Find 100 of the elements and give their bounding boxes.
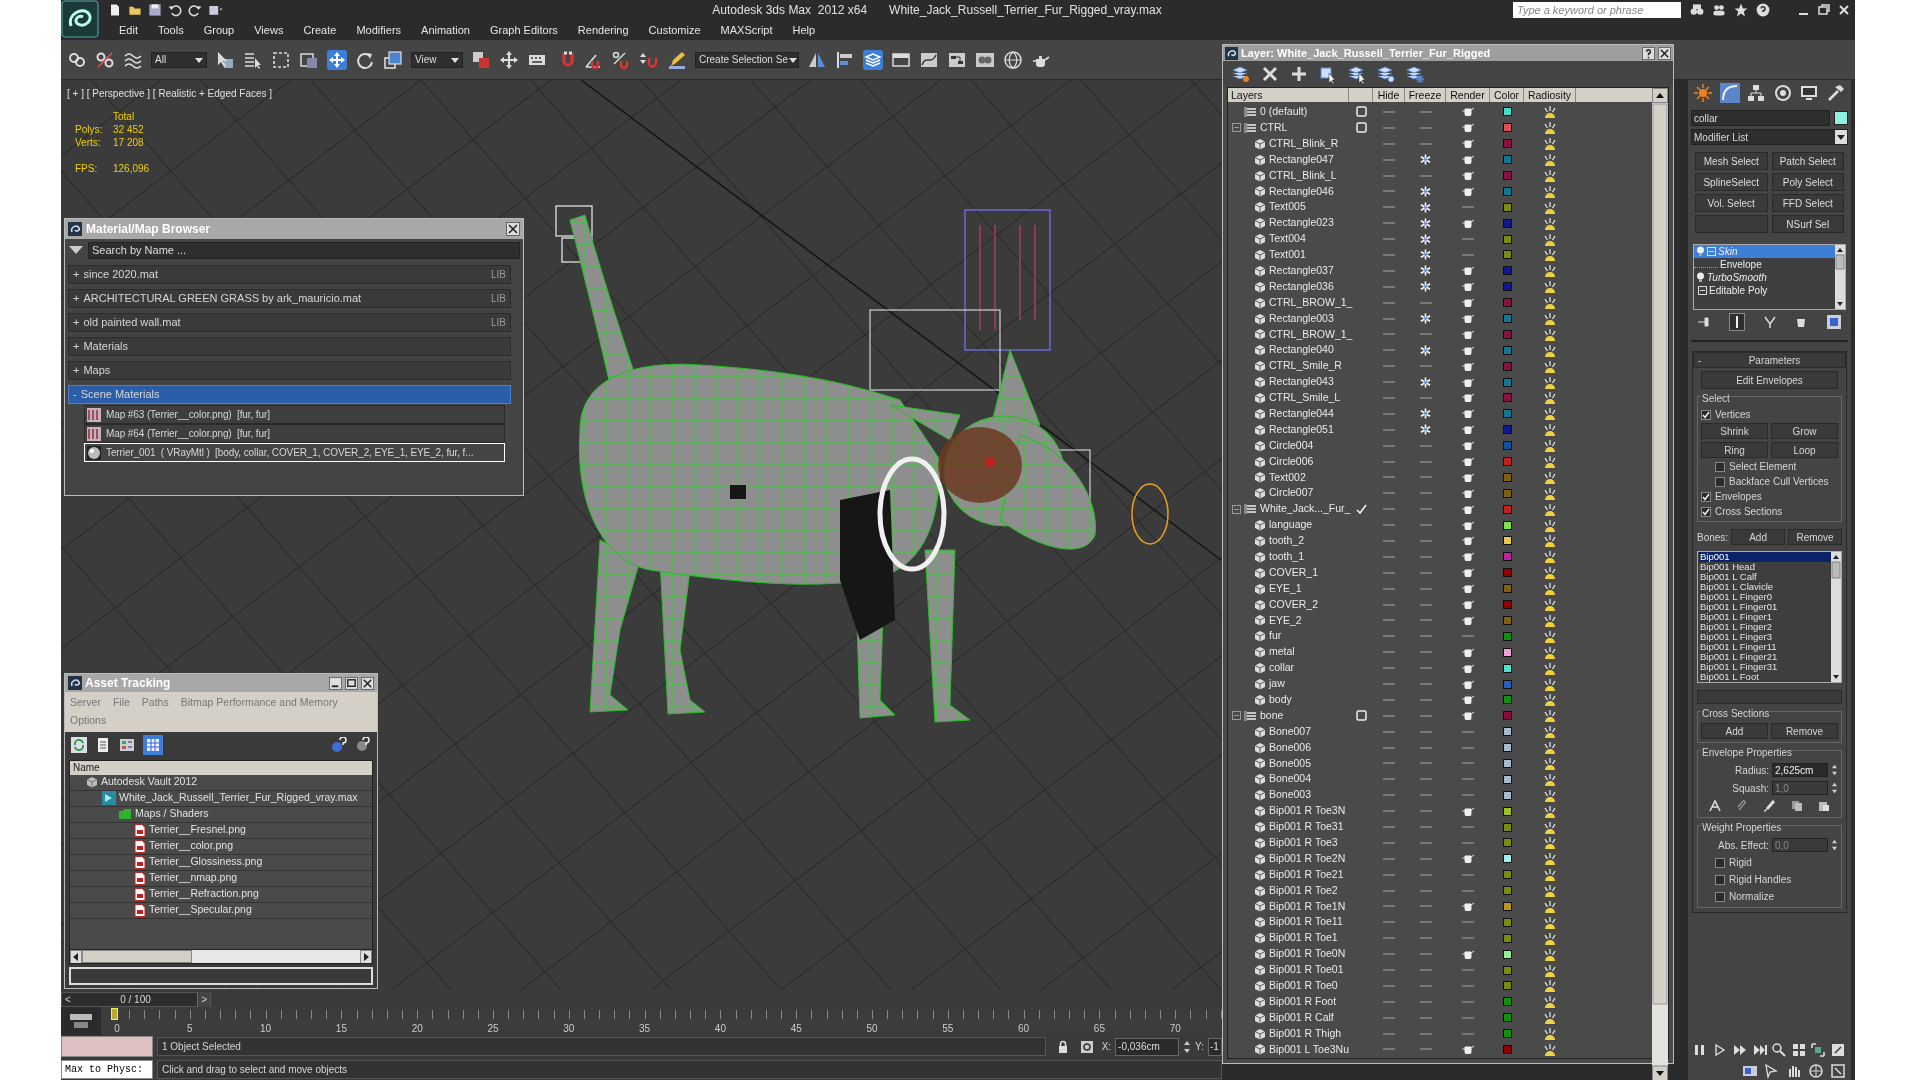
asset-name[interactable]: Terrier__color.png — [149, 838, 234, 854]
object-name[interactable]: Bone005 — [1269, 755, 1312, 772]
object-name[interactable]: Bip001 R Toe31 — [1269, 819, 1344, 835]
layer-name[interactable]: CTRL — [1260, 119, 1288, 136]
modifier-button[interactable]: FFD Select — [1771, 194, 1844, 212]
modifier-list-dropdown[interactable]: Modifier List — [1691, 129, 1848, 145]
object-name[interactable]: Bip001 R Toe3 — [1269, 835, 1338, 851]
remove-cross-section-button[interactable]: Remove — [1771, 723, 1838, 739]
menu-item[interactable]: Animation — [421, 21, 470, 39]
stack-item[interactable]: Envelope — [1694, 258, 1835, 271]
group-header[interactable]: + since 2020.mat LIB — [68, 265, 511, 284]
object-name[interactable]: jaw — [1269, 676, 1285, 692]
group-header[interactable]: + old painted wall.mat LIB — [68, 313, 511, 332]
object-name[interactable]: COVER_1 — [1269, 564, 1319, 581]
select-button[interactable]: Grow — [1771, 423, 1838, 439]
bone-item[interactable]: Bip001 Head — [1699, 562, 1831, 572]
object-name[interactable]: Text004 — [1269, 231, 1306, 247]
object-name[interactable]: language — [1269, 517, 1313, 533]
modifier-button[interactable]: Vol. Select — [1695, 194, 1768, 212]
asset-name[interactable]: Terrier__Specular.png — [149, 902, 252, 918]
object-name[interactable]: Text002 — [1269, 469, 1306, 486]
object-name[interactable]: Bip001 R Toe11 — [1269, 914, 1343, 931]
object-name[interactable]: Rectangle046 — [1269, 183, 1334, 200]
menu-item[interactable]: Graph Editors — [489, 21, 558, 39]
add-cross-section-button[interactable]: Add — [1701, 723, 1768, 739]
dropdown[interactable]: View — [411, 51, 463, 68]
object-name[interactable]: EYE_2 — [1269, 612, 1302, 629]
object-name[interactable]: CTRL_BROW_1_ — [1269, 294, 1353, 311]
object-name[interactable]: Bip001 R Toe2N — [1269, 850, 1346, 867]
object-name[interactable]: Bip001 R Thigh — [1269, 1025, 1342, 1042]
menu-item[interactable]: MAXScript — [720, 21, 773, 39]
object-name[interactable]: Bip001 R Foot — [1269, 993, 1337, 1010]
object-name[interactable]: tooth_2 — [1269, 533, 1305, 549]
time-slider-thumb[interactable]: < 0 / 100 > — [61, 992, 211, 1007]
object-name[interactable]: Bone004 — [1269, 771, 1312, 788]
menu-item[interactable]: Views — [254, 21, 284, 39]
stack-item[interactable]: Skin — [1694, 245, 1835, 258]
object-name[interactable]: Rectangle043 — [1269, 374, 1334, 390]
bone-item[interactable]: Bip001 L Clavicle — [1699, 582, 1831, 592]
edit-envelopes-button[interactable]: Edit Envelopes — [1701, 371, 1838, 389]
object-name-field[interactable]: collar — [1691, 110, 1830, 126]
bone-item[interactable]: Bip001 L Calf — [1699, 572, 1831, 582]
menu-item[interactable]: Edit — [119, 21, 138, 39]
asset-name[interactable]: Autodesk Vault 2012 — [101, 774, 198, 790]
script-listener-field[interactable]: Max to Physc: — [61, 1059, 153, 1079]
menu-item[interactable]: Create — [303, 21, 337, 39]
object-name[interactable]: Rectangle051 — [1269, 421, 1334, 438]
modifier-button[interactable]: Patch Select — [1771, 152, 1844, 170]
bone-item[interactable]: Bip001 L Finger0 — [1699, 592, 1831, 602]
object-name[interactable]: Bone003 — [1269, 787, 1312, 804]
asset-name[interactable]: Terrier__Glossiness.png — [149, 854, 263, 870]
menu-item[interactable]: Rendering — [577, 21, 629, 39]
object-name[interactable]: Bip001 L Toe3Nu — [1269, 1041, 1349, 1058]
modifier-button[interactable]: NSurf Sel — [1771, 215, 1844, 233]
object-name[interactable]: metal — [1269, 644, 1295, 661]
object-name[interactable]: fur — [1269, 628, 1282, 645]
bone-item[interactable]: Bip001 L Finger31 — [1699, 662, 1831, 672]
asset-name[interactable]: Maps / Shaders — [135, 806, 209, 822]
stack-item[interactable]: Editable Poly — [1694, 284, 1835, 297]
object-name[interactable]: CTRL_BROW_1_ — [1269, 326, 1353, 343]
search-field[interactable]: Type a keyword or phrase — [1513, 2, 1681, 18]
select-button[interactable]: Ring — [1701, 442, 1768, 458]
object-name[interactable]: Rectangle036 — [1269, 278, 1334, 295]
bone-item[interactable]: Bip001 L Finger21 — [1699, 652, 1831, 662]
object-name[interactable]: collar — [1269, 660, 1295, 676]
modifier-button[interactable]: SplineSelect — [1695, 173, 1768, 191]
bone-item[interactable]: Bip001 L Finger11 — [1699, 642, 1831, 652]
menu-item[interactable]: Tools — [157, 21, 184, 39]
object-name[interactable]: Text001 — [1269, 247, 1306, 263]
object-name[interactable]: body — [1269, 692, 1292, 708]
object-name[interactable]: Bip001 R Toe21 — [1269, 866, 1344, 883]
dropdown[interactable]: Create Selection Se — [695, 51, 799, 68]
object-name[interactable]: Bone007 — [1269, 723, 1312, 740]
remove-bone-button[interactable]: Remove — [1788, 529, 1842, 545]
bone-item[interactable]: Bip001 L Foot — [1699, 672, 1831, 682]
object-name[interactable]: Text005 — [1269, 199, 1306, 216]
dropdown[interactable]: All — [151, 51, 207, 68]
material-item[interactable]: Map #63 (Terrier__color.png) [fur, fur] — [84, 405, 505, 424]
asset-name[interactable]: Terrier__nmap.png — [149, 870, 238, 886]
object-name[interactable]: CTRL_Smile_R — [1269, 358, 1342, 375]
object-name[interactable]: Rectangle023 — [1269, 215, 1334, 232]
object-name[interactable]: Bip001 R Toe01 — [1269, 962, 1344, 978]
modifier-button[interactable]: Mesh Select — [1695, 152, 1768, 170]
object-name[interactable]: Rectangle040 — [1269, 342, 1334, 359]
object-name[interactable]: Bip001 R Toe1N — [1269, 898, 1346, 915]
object-name[interactable]: Bip001 R Calf — [1269, 1009, 1334, 1026]
object-name[interactable]: CTRL_Blink_R — [1269, 135, 1339, 152]
bone-item[interactable]: Bip001 L Finger01 — [1699, 602, 1831, 612]
next-frame-button[interactable]: > — [197, 992, 210, 1007]
menu-item[interactable]: Modifiers — [356, 21, 402, 39]
asset-name[interactable]: Terrier__Refraction.png — [149, 886, 259, 902]
modifier-button[interactable]: Poly Select — [1771, 173, 1844, 191]
object-name[interactable]: Bip001 R Toe2 — [1269, 882, 1338, 899]
time-slider-track[interactable]: < 0 / 100 > — [61, 992, 1222, 1007]
object-name[interactable]: Circle007 — [1269, 485, 1314, 502]
object-name[interactable]: tooth_1 — [1269, 549, 1305, 565]
bone-item[interactable]: Bip001 L Finger2 — [1699, 622, 1831, 632]
group-header[interactable]: - Scene Materials — [68, 385, 511, 404]
search-field[interactable]: Search by Name ... — [88, 241, 520, 259]
x-coordinate-field[interactable]: -0,036cm — [1115, 1037, 1180, 1056]
